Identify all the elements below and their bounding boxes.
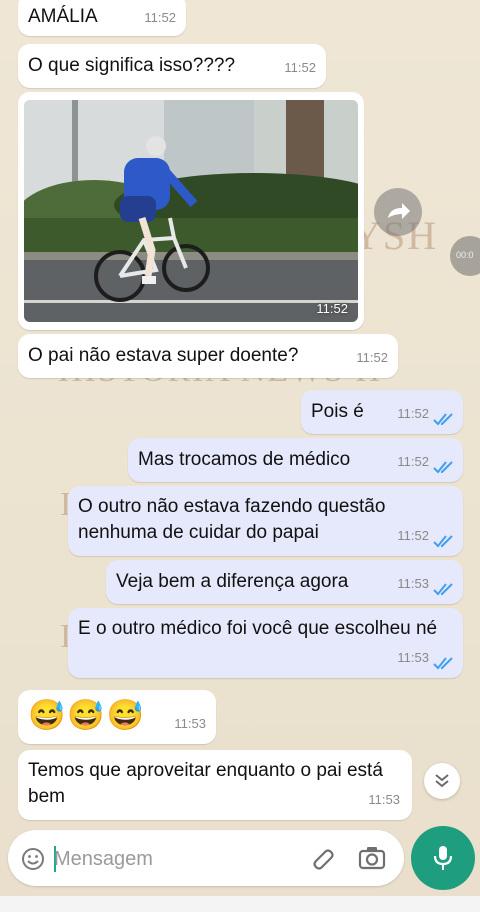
photo-image — [24, 100, 358, 322]
double-check-icon — [433, 413, 453, 426]
message-input[interactable] — [52, 843, 286, 875]
message-text: AMÁLIA — [28, 6, 98, 27]
message-bubble[interactable]: Temos que aproveitar enquanto o pai está… — [18, 750, 412, 820]
message-bubble[interactable]: 😅😅😅 11:53 — [18, 690, 216, 744]
message-text: E o outro médico foi você que escolheu n… — [78, 618, 438, 639]
message-text: O pai não estava super doente? — [28, 345, 299, 366]
message-emoji: 😅😅😅 — [28, 699, 147, 732]
mic-button[interactable] — [411, 826, 475, 890]
message-bubble[interactable]: Pois é 11:52 — [301, 390, 463, 434]
message-bubble[interactable]: O que significa isso???? 11:52 — [18, 44, 326, 88]
message-time: 11:53 — [397, 650, 429, 665]
message-time: 11:52 — [144, 10, 176, 25]
message-bubble[interactable]: O pai não estava super doente? 11:52 — [18, 334, 398, 378]
message-bubble[interactable]: Mas trocamos de médico 11:52 — [128, 438, 463, 482]
forward-icon — [388, 203, 410, 219]
message-time: 11:53 — [397, 576, 429, 591]
message-text: Temos que aproveitar enquanto o pai está… — [28, 760, 383, 807]
message-bubble[interactable]: O outro não estava fazendo questão nenhu… — [68, 486, 463, 556]
camera-icon[interactable] — [358, 845, 386, 871]
message-time: 11:52 — [356, 350, 388, 365]
double-check-icon — [433, 583, 453, 596]
composer-bar — [0, 826, 480, 896]
forward-button[interactable] — [374, 188, 422, 236]
double-check-icon — [433, 535, 453, 548]
emoji-icon[interactable] — [21, 847, 45, 871]
system-nav-bar — [0, 896, 480, 912]
message-time: 11:53 — [174, 716, 206, 731]
message-time: 11:52 — [316, 301, 348, 316]
chevron-double-down-icon — [435, 774, 449, 788]
scroll-to-bottom-button[interactable] — [424, 763, 460, 799]
message-bubble[interactable]: Veja bem a diferença agora 11:53 — [106, 560, 463, 604]
mic-icon — [433, 846, 453, 870]
message-time: 11:53 — [368, 792, 400, 807]
message-time: 11:52 — [284, 60, 316, 75]
media-timer-label: 00:0 — [456, 250, 474, 260]
message-time: 11:52 — [397, 454, 429, 469]
message-bubble[interactable]: E o outro médico foi você que escolheu n… — [68, 608, 463, 678]
message-time: 11:52 — [397, 528, 429, 543]
message-text: Pois é — [311, 401, 364, 422]
message-time: 11:52 — [397, 406, 429, 421]
message-text: Mas trocamos de médico — [138, 449, 351, 470]
message-text: O que significa isso???? — [28, 55, 236, 76]
double-check-icon — [433, 461, 453, 474]
double-check-icon — [433, 657, 453, 670]
photo-cyclist[interactable]: 11:52 — [24, 100, 358, 322]
message-text: Veja bem a diferença agora — [116, 571, 349, 592]
message-input-container[interactable] — [8, 830, 404, 886]
message-text: O outro não estava fazendo questão nenhu… — [78, 496, 386, 543]
attach-icon[interactable] — [310, 845, 336, 871]
message-bubble[interactable]: AMÁLIA 11:52 — [18, 0, 186, 36]
